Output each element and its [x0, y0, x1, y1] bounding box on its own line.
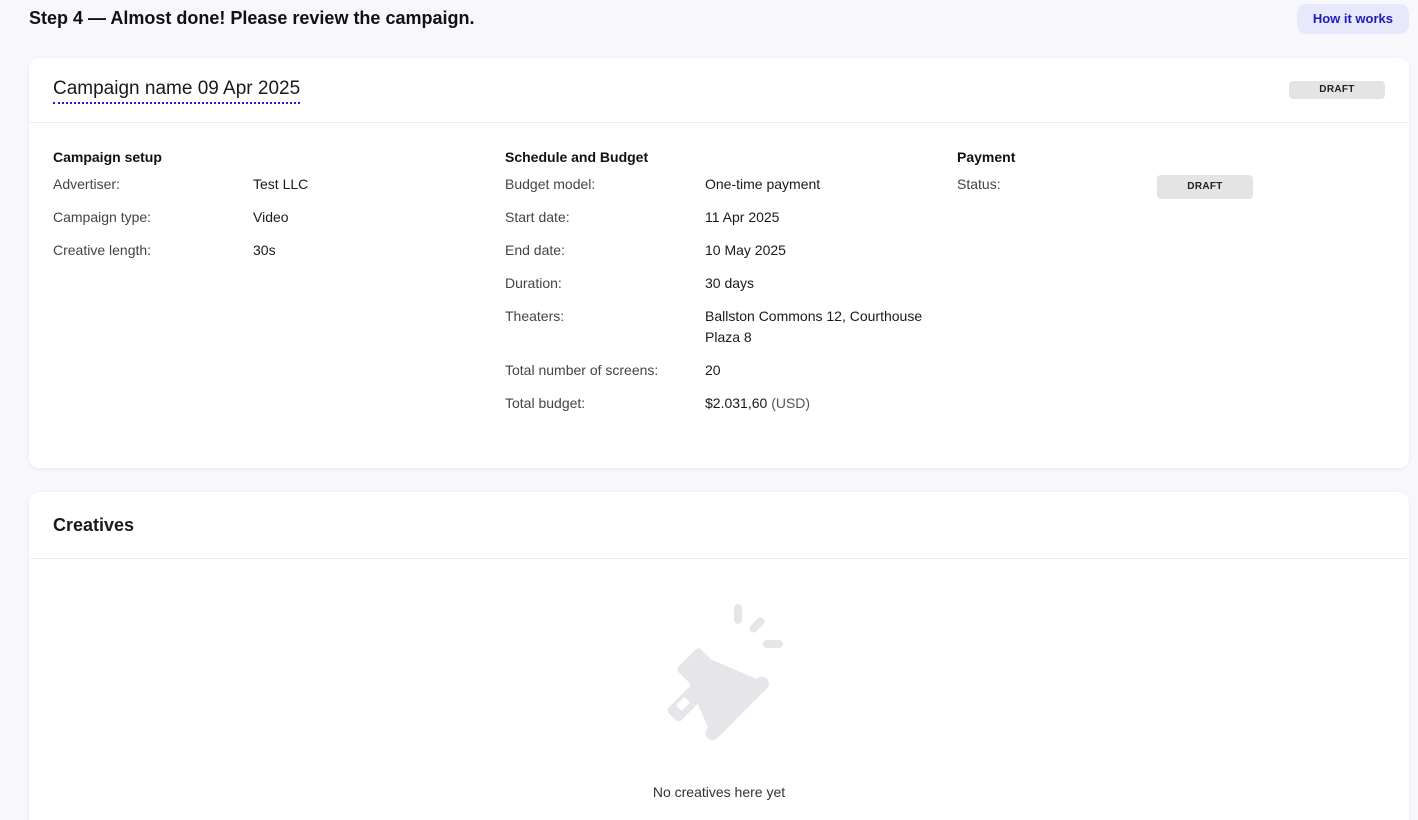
campaign-summary-header: Campaign name 09 Apr 2025 DRAFT [29, 58, 1409, 123]
top-bar: Step 4 — Almost done! Please review the … [29, 0, 1409, 40]
info-value: Test LLC [253, 176, 309, 192]
section-title-schedule-budget: Schedule and Budget [505, 149, 649, 165]
creatives-header: Creatives [29, 492, 1409, 559]
campaign-summary-card: Campaign name 09 Apr 2025 DRAFT Campaign… [29, 58, 1409, 468]
info-value: 11 Apr 2025 [705, 209, 780, 225]
section-title-campaign-setup: Campaign setup [53, 149, 162, 165]
info-value: Ballston Commons 12, Courthouse Plaza 8 [705, 308, 923, 345]
info-label: End date: [505, 242, 565, 258]
info-row-start-date: Start date: 11 Apr 2025 [505, 207, 945, 228]
info-row-end-date: End date: 10 May 2025 [505, 240, 945, 261]
info-row-advertiser: Advertiser: Test LLC [53, 174, 493, 195]
creatives-title: Creatives [53, 515, 135, 535]
info-value: 30s [253, 242, 276, 258]
info-label: Creative length: [53, 242, 152, 258]
megaphone-icon [667, 604, 783, 741]
page-title: Step 4 — Almost done! Please review the … [29, 8, 475, 28]
info-label: Total budget: [505, 395, 586, 411]
info-label: Advertiser: [53, 176, 120, 192]
info-value: One-time payment [705, 176, 821, 192]
info-label: Status: [957, 176, 1001, 192]
campaign-name-field[interactable]: Campaign name 09 Apr 2025 [53, 77, 301, 104]
creatives-empty-state: No creatives here yet [29, 602, 1409, 800]
info-value: 10 May 2025 [705, 242, 786, 258]
info-value: Video [253, 209, 289, 225]
total-budget-amount: $2.031,60 [705, 395, 768, 411]
info-label: Campaign type: [53, 209, 152, 225]
info-row-creative-length: Creative length: 30s [53, 240, 493, 261]
creatives-card: Creatives No creatives here yet [29, 492, 1409, 820]
section-title-payment: Payment [957, 149, 1016, 165]
review-page: Step 4 — Almost done! Please review the … [0, 0, 1418, 820]
info-row-budget-model: Budget model: One-time payment [505, 174, 945, 195]
campaign-setup-section: Campaign setup Advertiser: Test LLC Camp… [53, 148, 493, 273]
info-label: Total number of screens: [505, 362, 659, 378]
schedule-budget-section: Schedule and Budget Budget model: One-ti… [505, 148, 945, 426]
info-value: $2.031,60 (USD) [705, 393, 945, 414]
info-row-total-budget: Total budget: $2.031,60 (USD) [505, 393, 945, 414]
empty-state-text: No creatives here yet [652, 784, 786, 800]
info-value: DRAFT [1157, 174, 1397, 199]
info-value: 20 [705, 362, 721, 378]
info-row-theaters: Theaters: Ballston Commons 12, Courthous… [505, 306, 945, 348]
info-row-total-screens: Total number of screens: 20 [505, 360, 945, 381]
info-row-campaign-type: Campaign type: Video [53, 207, 493, 228]
info-label: Theaters: [505, 308, 565, 324]
how-it-works-button[interactable]: How it works [1296, 4, 1409, 34]
status-badge: DRAFT [1289, 81, 1385, 99]
info-row-duration: Duration: 30 days [505, 273, 945, 294]
info-value: 30 days [705, 275, 755, 291]
info-row-payment-status: Status: DRAFT [957, 174, 1397, 199]
currency-label: (USD) [771, 395, 811, 411]
info-label: Start date: [505, 209, 570, 225]
info-label: Duration: [505, 275, 562, 291]
payment-status-badge: DRAFT [1157, 175, 1253, 199]
info-label: Budget model: [505, 176, 596, 192]
payment-section: Payment Status: DRAFT [957, 148, 1397, 211]
